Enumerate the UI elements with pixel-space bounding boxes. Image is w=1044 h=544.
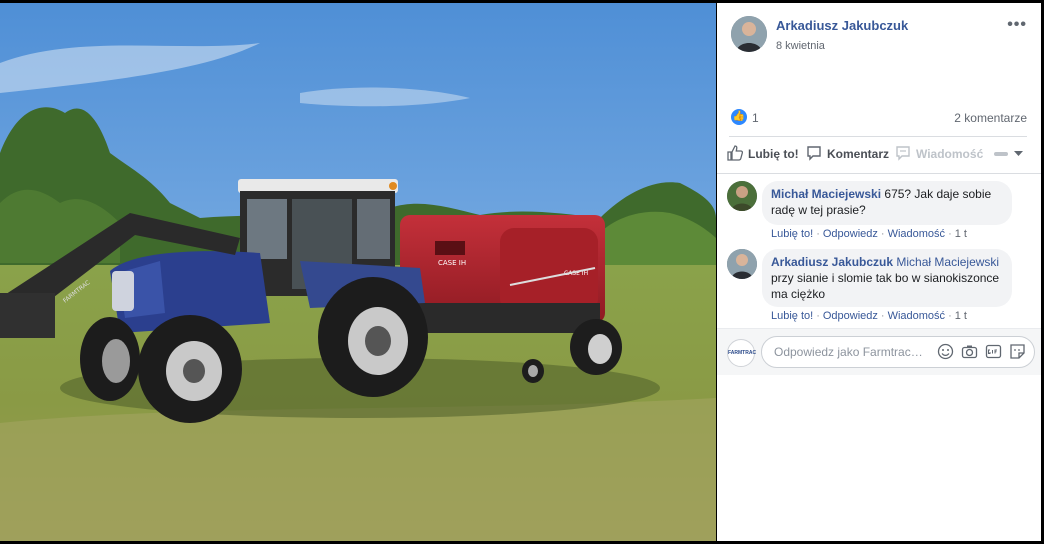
comment-bubble: Arkadiusz Jakubczuk Michał Maciejewski p… [762,249,1012,307]
gif-icon[interactable] [985,343,1002,360]
reply-tools [930,343,1026,361]
comment-like-link[interactable]: Lubię to! [771,310,813,322]
reply-placeholder: Odpowiedz jako Farmtrac ... [774,345,924,359]
comment-button[interactable]: Komentarz [806,145,889,161]
message-button-label: Wiadomość [916,147,984,161]
comment-item: Arkadiusz Jakubczuk Michał Maciejewski p… [727,249,1027,323]
comment-reply-link[interactable]: Odpowiedz [823,310,878,322]
comment-mention[interactable]: Michał Maciejewski [896,255,999,269]
like-button[interactable]: Lubię to! [727,145,799,161]
post-author-name[interactable]: Arkadiusz Jakubczuk [776,18,908,33]
comment-actions: Lubię to! · Odpowiedz · Wiadomość · 1 t [771,310,967,322]
post-date[interactable]: 8 kwietnia [776,40,825,52]
message-icon [895,145,911,161]
comment-message-link[interactable]: Wiadomość [888,228,945,240]
comment-author[interactable]: Arkadiusz Jakubczuk [771,255,893,269]
comment-author[interactable]: Michał Maciejewski [771,187,881,201]
camera-icon[interactable] [961,343,978,360]
comment-bubble: Michał Maciejewski 675? Jak daje sobie r… [762,181,1012,225]
comment-item: Michał Maciejewski 675? Jak daje sobie r… [727,181,1027,243]
divider [729,136,1027,137]
message-button[interactable]: Wiadomość [895,145,983,161]
reply-input[interactable]: Odpowiedz jako Farmtrac ... [761,336,1035,368]
comment-icon [806,145,822,161]
comment-text: przy sianie i slomie tak bo w sianokiszo… [771,271,1000,301]
sticker-icon[interactable] [1009,343,1026,360]
post-photo[interactable]: CASE IH CASE IH FARMTRAC [0,3,716,541]
thumbs-up-icon [727,145,744,161]
commenter-avatar[interactable] [727,181,757,211]
comment-button-label: Komentarz [827,147,890,161]
post-header: Arkadiusz Jakubczuk 8 kwietnia ••• [731,16,1031,56]
comment-actions: Lubię to! · Odpowiedz · Wiadomość · 1 t [771,228,967,240]
comments-count[interactable]: 2 komentarze [954,111,1027,125]
comment-like-link[interactable]: Lubię to! [771,228,813,240]
tractor-photo: CASE IH CASE IH FARMTRAC [0,3,716,541]
comment-reply-link[interactable]: Odpowiedz [823,228,878,240]
svg-text:CASE IH: CASE IH [438,259,466,267]
post-actions-bar: Lubię to! Komentarz Wiadomość [725,143,1035,167]
comment-timestamp[interactable]: 1 t [955,228,967,240]
commenter-avatar[interactable] [727,249,757,279]
like-button-label: Lubię to! [748,147,799,161]
divider [717,173,1041,174]
author-avatar[interactable] [731,16,767,52]
page-avatar: FARMTRAC [727,339,756,367]
comment-timestamp[interactable]: 1 t [955,310,967,322]
audience-selector[interactable] [993,147,1029,161]
reply-composer: FARMTRAC Odpowiedz jako Farmtrac ... [717,328,1041,375]
comment-message-link[interactable]: Wiadomość [888,310,945,322]
post-details-panel: Arkadiusz Jakubczuk 8 kwietnia ••• 👍 1 2… [717,3,1041,541]
reaction-stats: 👍 1 2 komentarze [731,107,1027,129]
emoji-icon[interactable] [937,343,954,360]
more-horizontal-icon[interactable]: ••• [1007,16,1027,34]
like-reaction-icon[interactable]: 👍 [731,109,747,125]
like-count[interactable]: 1 [752,111,759,125]
